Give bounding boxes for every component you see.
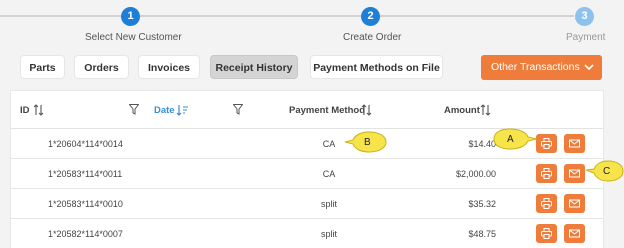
print-receipt-button[interactable] (536, 134, 557, 153)
step-2-label: Create Order (343, 32, 402, 43)
step-connector (0, 15, 121, 17)
payment-method-cell: split (320, 229, 337, 239)
col-amount-header[interactable]: Amount (444, 105, 480, 116)
filter-icon[interactable] (129, 104, 139, 115)
receipt-id: 1*20583*114*0010 (48, 199, 123, 209)
tab-invoices[interactable]: Invoices (138, 55, 200, 79)
filter-icon[interactable] (233, 104, 243, 115)
step-connector (380, 15, 574, 17)
table-row: 1*20583*114*0010 split $35.32 (11, 189, 603, 219)
step-1-label: Select New Customer (85, 32, 182, 43)
col-id-header[interactable]: ID (20, 105, 30, 116)
receipt-history-table: ID Date Payment Method Amount 1*20604*11… (10, 90, 604, 248)
sort-icon[interactable] (480, 104, 491, 116)
tab-receipt-history[interactable]: Receipt History (210, 55, 298, 79)
callout-c-label: C (603, 166, 611, 177)
envelope-icon (569, 199, 580, 208)
email-receipt-button[interactable] (564, 164, 585, 183)
printer-icon (541, 138, 552, 149)
receipt-id: 1*20582*114*0007 (48, 229, 123, 239)
printer-icon (541, 198, 552, 209)
table-row: 1*20582*114*0007 split $48.75 (11, 219, 603, 248)
print-receipt-button[interactable] (536, 164, 557, 183)
payment-method-cell: split (320, 199, 337, 209)
envelope-icon (569, 229, 580, 238)
progress-stepper: 1 Select New Customer 2 Create Order 3 P… (0, 0, 624, 50)
tab-parts[interactable]: Parts (20, 55, 65, 79)
step-3-label: Payment (566, 32, 606, 43)
table-header: ID Date Payment Method Amount (11, 91, 603, 129)
table-row: 1*20583*114*0011 CA $2,000.00 (11, 159, 603, 189)
print-receipt-button[interactable] (536, 194, 557, 213)
sort-icon[interactable] (33, 104, 44, 116)
printer-icon (541, 228, 552, 239)
step-1-circle[interactable]: 1 (121, 7, 140, 26)
chevron-down-icon (584, 64, 594, 71)
envelope-icon (569, 169, 580, 178)
email-receipt-button[interactable] (564, 134, 585, 153)
callout-b-label: B (364, 137, 371, 148)
sort-descending-icon[interactable] (176, 104, 189, 116)
other-transactions-label: Other Transactions (491, 61, 580, 73)
email-receipt-button[interactable] (564, 194, 585, 213)
amount-cell: $35.32 (468, 199, 496, 209)
tab-payment-methods-on-file[interactable]: Payment Methods on File (310, 55, 443, 79)
envelope-icon (569, 139, 580, 148)
callout-a-bubble (493, 128, 538, 150)
other-transactions-dropdown[interactable]: Other Transactions (481, 55, 602, 80)
tab-orders[interactable]: Orders (74, 55, 129, 79)
amount-cell: $2,000.00 (455, 169, 496, 179)
printer-icon (541, 168, 552, 179)
step-connector (140, 15, 362, 17)
col-payment-method-header[interactable]: Payment Method (289, 105, 365, 116)
col-date-header[interactable]: Date (154, 105, 175, 116)
step-3-circle: 3 (575, 7, 594, 26)
step-2-circle[interactable]: 2 (361, 7, 380, 26)
amount-cell: $48.75 (468, 229, 496, 239)
receipt-id: 1*20604*114*0014 (48, 139, 123, 149)
callout-a-label: A (507, 134, 514, 145)
receipt-id: 1*20583*114*0011 (48, 169, 123, 179)
email-receipt-button[interactable] (564, 224, 585, 243)
print-receipt-button[interactable] (536, 224, 557, 243)
payment-method-cell: CA (322, 169, 336, 179)
sort-icon[interactable] (361, 104, 372, 116)
amount-cell: $14.40 (468, 139, 496, 149)
